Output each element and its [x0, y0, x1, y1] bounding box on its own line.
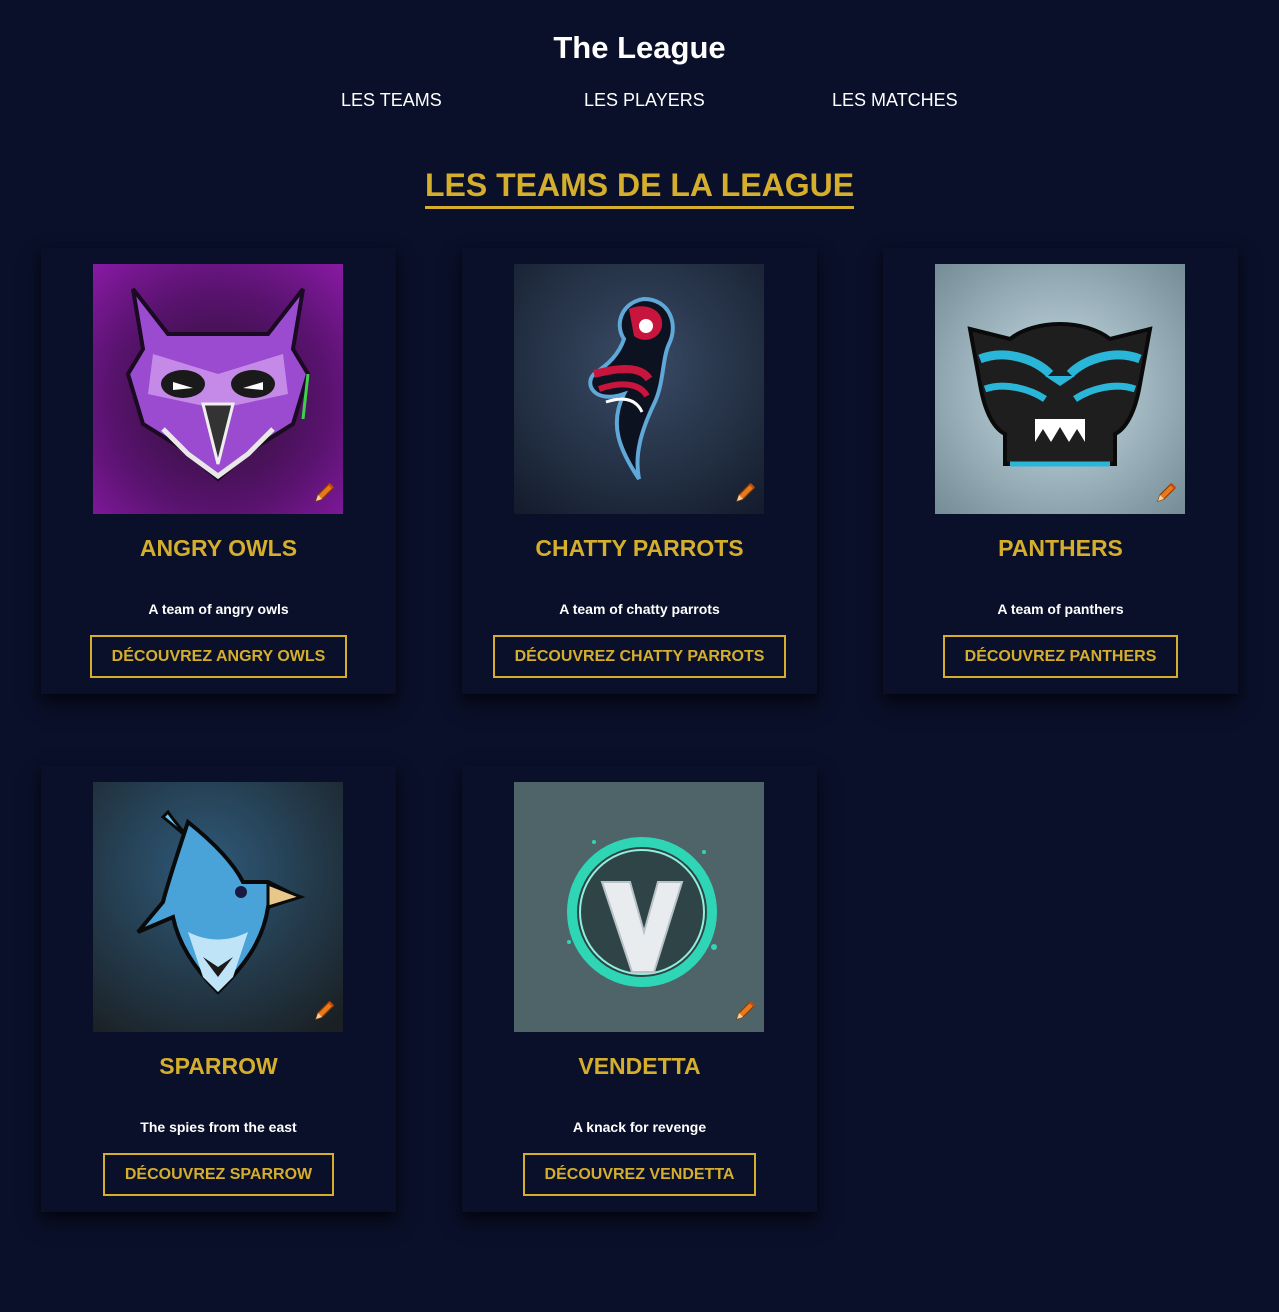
main-nav: LES TEAMS LES PLAYERS LES MATCHES	[0, 88, 1279, 112]
pencil-icon[interactable]	[732, 480, 758, 506]
discover-panthers-button[interactable]: DÉCOUVREZ PANTHERS	[942, 635, 1179, 678]
owl-logo-image	[93, 264, 343, 514]
team-card-panthers: PANTHERS A team of panthers DÉCOUVREZ PA…	[883, 248, 1238, 694]
pencil-icon[interactable]	[311, 998, 337, 1024]
cta-wrapper: DÉCOUVREZ SPARROW	[41, 1153, 396, 1196]
team-card-sparrow: SPARROW The spies from the east DÉCOUVRE…	[41, 766, 396, 1212]
site-title: The League	[553, 30, 726, 65]
team-name: ANGRY OWLS	[139, 535, 298, 561]
cta-wrapper: DÉCOUVREZ PANTHERS	[883, 635, 1238, 678]
team-description: The spies from the east	[140, 1119, 297, 1135]
discover-chatty-parrots-button[interactable]: DÉCOUVREZ CHATTY PARROTS	[492, 635, 787, 678]
pencil-icon[interactable]	[311, 480, 337, 506]
nav-link-players[interactable]: LES PLAYERS	[584, 88, 705, 112]
team-card-chatty-parrots: CHATTY PARROTS A team of chatty parrots …	[462, 248, 817, 694]
nav-link-matches[interactable]: LES MATCHES	[832, 88, 958, 112]
team-name: VENDETTA	[578, 1053, 701, 1079]
discover-vendetta-button[interactable]: DÉCOUVREZ VENDETTA	[522, 1153, 757, 1196]
pencil-icon[interactable]	[732, 998, 758, 1024]
team-name: PANTHERS	[998, 535, 1123, 561]
discover-angry-owls-button[interactable]: DÉCOUVREZ ANGRY OWLS	[89, 635, 348, 678]
section-title: LES TEAMS DE LA LEAGUE	[424, 166, 855, 209]
section-title-wrapper: LES TEAMS DE LA LEAGUE	[0, 166, 1279, 209]
page: The League LES TEAMS LES PLAYERS LES MAT…	[0, 0, 1279, 1312]
cta-wrapper: DÉCOUVREZ VENDETTA	[462, 1153, 817, 1196]
team-card-vendetta: VENDETTA A knack for revenge DÉCOUVREZ V…	[462, 766, 817, 1212]
panther-logo[interactable]	[935, 264, 1185, 514]
team-description: A team of angry owls	[148, 601, 289, 617]
team-description: A team of panthers	[997, 601, 1124, 617]
panther-logo-image	[935, 264, 1185, 514]
pencil-icon[interactable]	[1153, 480, 1179, 506]
vendetta-logo-image	[514, 782, 764, 1032]
parrot-logo[interactable]	[514, 264, 764, 514]
team-name: SPARROW	[159, 1053, 278, 1079]
parrot-logo-image	[514, 264, 764, 514]
team-description: A team of chatty parrots	[559, 601, 720, 617]
sparrow-logo[interactable]	[93, 782, 343, 1032]
owl-logo[interactable]	[93, 264, 343, 514]
nav-link-teams[interactable]: LES TEAMS	[341, 88, 442, 112]
cta-wrapper: DÉCOUVREZ CHATTY PARROTS	[462, 635, 817, 678]
sparrow-logo-image	[93, 782, 343, 1032]
team-card-angry-owls: ANGRY OWLS A team of angry owls DÉCOUVRE…	[41, 248, 396, 694]
discover-sparrow-button[interactable]: DÉCOUVREZ SPARROW	[102, 1153, 335, 1196]
team-name: CHATTY PARROTS	[535, 535, 744, 561]
vendetta-logo[interactable]	[514, 782, 764, 1032]
cta-wrapper: DÉCOUVREZ ANGRY OWLS	[41, 635, 396, 678]
team-description: A knack for revenge	[572, 1119, 707, 1135]
